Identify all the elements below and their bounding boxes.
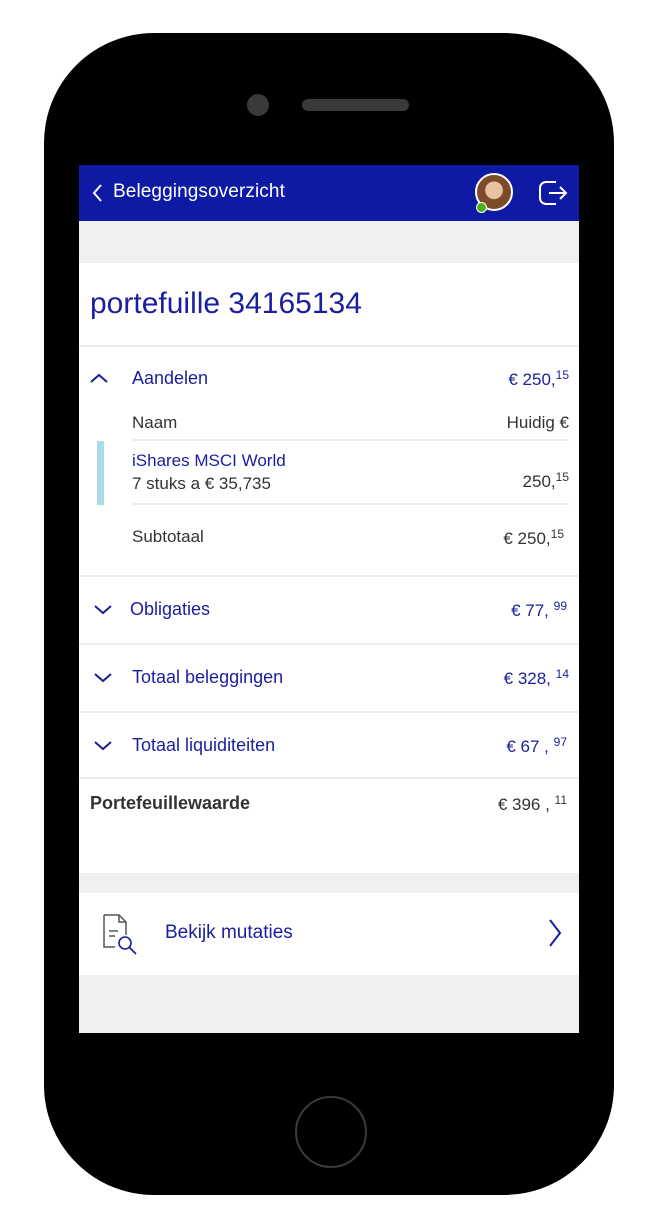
portfolio-value-label: Portefeuillewaarde <box>90 793 251 813</box>
divider <box>132 503 569 505</box>
section-aandelen-amount: € 250,15 <box>508 368 569 390</box>
amount-main: € 250, <box>503 529 551 548</box>
divider <box>79 777 579 779</box>
divider <box>79 575 579 577</box>
portfolio-title: portefuille 34165134 <box>90 287 362 320</box>
amount-cents: 15 <box>550 527 564 541</box>
amount-main: 250, <box>522 472 556 491</box>
app-screen: Beleggingsoverzicht portefuille 34165134… <box>79 165 579 1033</box>
view-mutations-card[interactable] <box>79 893 579 975</box>
chevron-down-icon[interactable] <box>93 740 113 752</box>
section-totaal-liquiditeiten-toggle[interactable]: Totaal liquiditeiten <box>132 735 275 756</box>
app-header: Beleggingsoverzicht <box>79 165 579 221</box>
amount-cents: 97 <box>553 735 567 749</box>
portfolio-card <box>79 263 579 873</box>
amount-main: € 67 , <box>506 737 554 756</box>
holding-value: 250,15 <box>523 470 569 492</box>
amount-cents: 15 <box>555 470 569 484</box>
divider <box>132 439 569 441</box>
divider <box>79 345 579 347</box>
home-button[interactable] <box>295 1096 367 1168</box>
holding-name-link[interactable]: iShares MSCI World <box>132 451 286 471</box>
portfolio-value-amount: € 396 , 11 <box>498 793 567 815</box>
chevron-left-icon[interactable] <box>91 183 105 203</box>
amount-cents: 15 <box>555 368 569 382</box>
amount-main: € 250, <box>508 370 556 389</box>
holding-detail: 7 stuks a € 35,735 <box>132 474 271 493</box>
document-search-icon <box>103 914 137 955</box>
holding-marker <box>97 441 104 505</box>
chevron-down-icon[interactable] <box>93 672 113 684</box>
amount-main: € 396 , <box>497 795 555 814</box>
page-title: Beleggingsoverzicht <box>113 181 285 202</box>
amount-main: € 77, <box>511 601 554 620</box>
amount-cents: 99 <box>553 599 567 613</box>
section-totaal-liquiditeiten-amount: € 67 , 97 <box>506 735 567 757</box>
logout-icon[interactable] <box>538 179 569 207</box>
camera <box>247 94 269 116</box>
view-mutations-label[interactable]: Bekijk mutaties <box>165 922 293 944</box>
section-obligaties-amount: € 77, 99 <box>511 599 567 621</box>
chevron-down-icon[interactable] <box>93 604 113 616</box>
online-status-indicator <box>476 202 487 213</box>
divider <box>79 643 579 645</box>
column-header-name: Naam <box>132 413 178 432</box>
amount-cents: 11 <box>554 793 567 807</box>
section-totaal-beleggingen-toggle[interactable]: Totaal beleggingen <box>132 667 283 688</box>
column-header-value: Huidig € <box>506 413 569 432</box>
amount-main: € 328, <box>503 669 556 688</box>
amount-cents: 14 <box>555 667 569 681</box>
section-obligaties-toggle[interactable]: Obligaties <box>130 599 210 620</box>
chevron-up-icon[interactable] <box>89 372 109 384</box>
divider <box>79 711 579 713</box>
speaker <box>302 99 409 111</box>
subtotal-label: Subtotaal <box>132 527 204 546</box>
subtotal-amount: € 250,15 <box>503 527 564 549</box>
chevron-right-icon[interactable] <box>547 917 563 949</box>
section-totaal-beleggingen-amount: € 328, 14 <box>504 667 569 689</box>
section-aandelen-toggle[interactable]: Aandelen <box>132 368 208 389</box>
